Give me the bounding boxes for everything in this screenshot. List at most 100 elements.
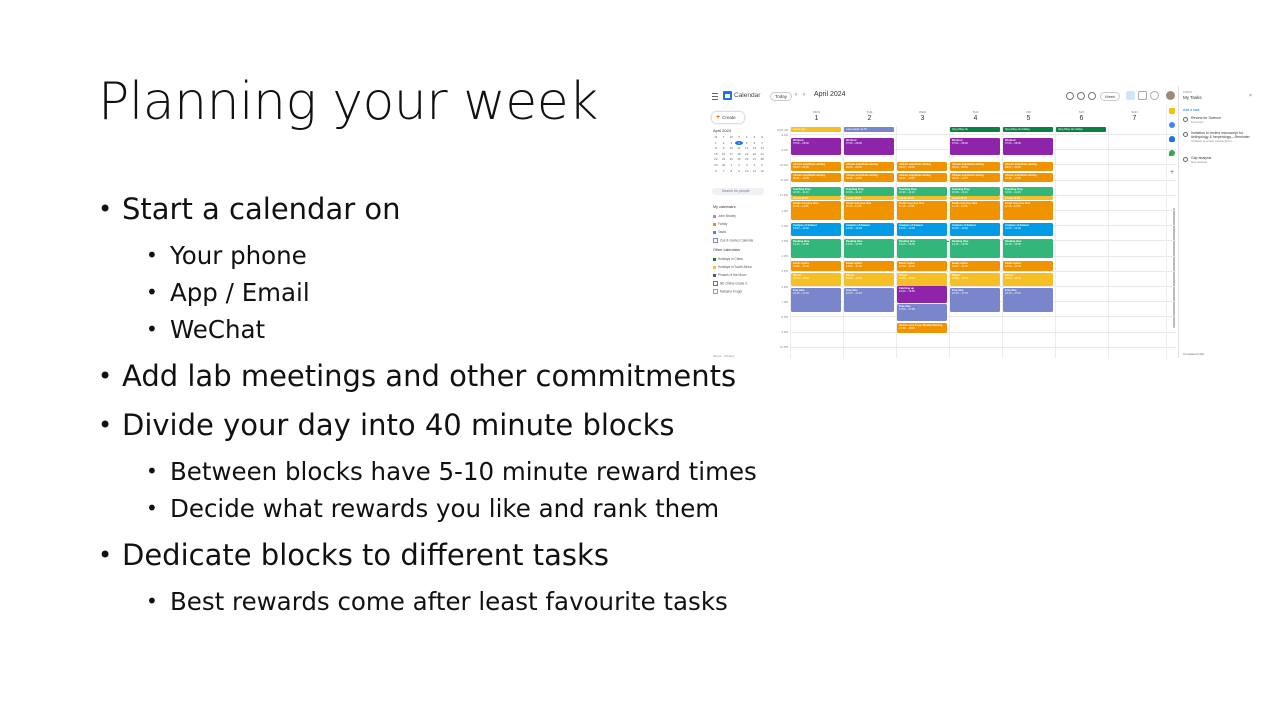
calendar-event[interactable]: Email replies 14:00 – 14:40 xyxy=(897,261,947,271)
calendar-event[interactable]: Dinner 15:00 – 15:40 xyxy=(791,273,841,286)
mini-day[interactable]: 13 xyxy=(751,146,759,150)
keep-icon[interactable] xyxy=(1169,108,1175,114)
calendar-event[interactable]: African amphibian writing 09:45 – 10:25 xyxy=(791,173,841,182)
all-day-event[interactable]: Qing Ming Jie xyxy=(950,127,1000,132)
tasks-view-icon[interactable] xyxy=(1138,91,1147,100)
search-icon[interactable] xyxy=(1066,92,1074,100)
avatar[interactable] xyxy=(1166,91,1175,100)
calendar-event[interactable]: Dinner 15:00 – 15:40 xyxy=(844,273,894,286)
mini-day[interactable]: 8 xyxy=(727,169,735,173)
mini-day[interactable]: 12 xyxy=(758,169,766,173)
day-header[interactable]: SUN 7 xyxy=(1108,110,1161,122)
task-item[interactable]: Gap analysis Gap analysis xyxy=(1183,156,1253,164)
mini-day[interactable]: 9 xyxy=(735,169,743,173)
calendar-event[interactable]: Lunch 11:10 xyxy=(1003,196,1053,200)
calendar-event[interactable]: Analysis of dataset 12:00 – 12:40 xyxy=(791,223,841,236)
calendar-event[interactable]: African amphibian writing 09:45 – 10:25 xyxy=(897,173,947,182)
calendar-event[interactable]: Reading time 13:15 – 13:55 xyxy=(950,239,1000,258)
calendar-event[interactable]: Reading time 13:15 – 13:55 xyxy=(791,239,841,258)
all-day-event[interactable]: Family day xyxy=(791,127,841,132)
calendar-event[interactable]: Dinner 15:00 – 15:40 xyxy=(1003,273,1053,286)
mini-day[interactable]: 18 xyxy=(735,152,743,156)
mini-day[interactable]: 24 xyxy=(727,157,735,161)
mini-day[interactable]: 23 xyxy=(720,157,728,161)
mini-day[interactable]: 1 xyxy=(712,141,720,145)
mini-day[interactable]: 21 xyxy=(758,152,766,156)
mini-day[interactable]: 9 xyxy=(720,146,728,150)
next-week-icon[interactable]: › xyxy=(803,92,805,98)
calendar-event[interactable]: African amphibian writing 09:45 – 10:25 xyxy=(844,173,894,182)
calendar-event[interactable]: African amphibian writing 09:00 – 09:40 xyxy=(950,162,1000,171)
calendar-event[interactable]: Free time 16:15 – 17:15 xyxy=(844,288,894,312)
calendar-event[interactable]: Analysis of dataset 12:00 – 12:40 xyxy=(1003,223,1053,236)
mini-day[interactable]: 26 xyxy=(743,157,751,161)
help-icon[interactable] xyxy=(1077,92,1085,100)
calendar-event[interactable]: African amphibian writing 09:45 – 10:25 xyxy=(1003,173,1053,182)
day-header[interactable]: MON 1 xyxy=(790,110,843,122)
calendar-event[interactable]: Dinner 15:00 – 15:40 xyxy=(897,273,947,286)
calendar-event[interactable]: Reading time 13:15 – 13:55 xyxy=(1003,239,1053,258)
calendar-event[interactable]: Catching up 16:00 – 16:50 xyxy=(897,286,947,303)
my-calendar-item[interactable]: Tasks xyxy=(713,230,726,234)
checkbox-icon[interactable] xyxy=(713,281,718,286)
mini-day[interactable]: 4 xyxy=(735,140,743,145)
calendar-event[interactable]: Lunch 11:10 xyxy=(897,196,947,200)
other-calendar-item[interactable]: Phases of the Moon xyxy=(713,273,746,277)
mini-day[interactable]: 14 xyxy=(758,146,766,150)
calendar-event[interactable]: African amphibian writing 09:45 – 10:25 xyxy=(950,173,1000,182)
checkbox-icon[interactable] xyxy=(713,257,716,261)
calendar-event[interactable]: African amphibian writing 09:00 – 09:40 xyxy=(844,162,894,171)
checkbox-icon[interactable] xyxy=(713,289,718,294)
checkbox-icon[interactable] xyxy=(713,222,716,226)
mini-day[interactable]: 10 xyxy=(743,169,751,173)
checkbox-icon[interactable] xyxy=(713,265,716,269)
calendar-event[interactable]: Workout 07:00 – 08:00 xyxy=(1003,138,1053,155)
calendar-event[interactable]: Teaching Prep 10:30 – 11:10 xyxy=(1003,187,1053,196)
all-day-event[interactable]: Qing Ming Jie holiday xyxy=(1056,127,1106,132)
apps-icon[interactable] xyxy=(1150,91,1159,100)
mini-day[interactable]: 5 xyxy=(743,141,751,145)
calendar-event[interactable]: Analysis of dataset 12:00 – 12:40 xyxy=(844,223,894,236)
mini-day[interactable]: 19 xyxy=(743,152,751,156)
calendar-event[interactable]: Teaching Prep 10:30 – 11:10 xyxy=(950,187,1000,196)
calendar-event[interactable]: Free time 17:00 – 17:30 xyxy=(897,304,947,321)
add-addon-icon[interactable]: + xyxy=(1169,169,1175,176)
calendar-event[interactable]: Teaching Prep 10:30 – 11:10 xyxy=(791,187,841,196)
day-header[interactable]: WED 3 xyxy=(896,110,949,122)
calendar-event[interactable]: Free time 16:15 – 17:15 xyxy=(791,288,841,312)
calendar-event[interactable]: Dinner 15:00 – 15:40 xyxy=(950,273,1000,286)
today-button[interactable]: Today xyxy=(770,92,793,101)
checkbox-icon[interactable] xyxy=(713,214,716,218)
prev-week-icon[interactable]: ‹ xyxy=(795,92,797,98)
day-header[interactable]: FRI 5 xyxy=(1002,110,1055,122)
task-item[interactable]: Review for Science Tomorrow xyxy=(1183,116,1253,124)
other-calendar-item[interactable]: NE Online Grade 3 xyxy=(713,281,747,286)
task-checkbox-icon[interactable] xyxy=(1183,131,1188,137)
create-button[interactable]: + Create xyxy=(712,112,744,123)
tasks-icon[interactable] xyxy=(1169,122,1175,128)
week-grid[interactable]: GMT+08 MON 1 TUE 2 WED 3 THU 4 FRI 5 SAT 6 SUN 7 8 AM 9… xyxy=(772,108,1176,358)
mini-day[interactable]: 29 xyxy=(712,163,720,167)
contacts-icon[interactable] xyxy=(1169,136,1175,142)
calendar-event[interactable]: Analysis of dataset 12:00 – 12:40 xyxy=(897,223,947,236)
checkbox-icon[interactable] xyxy=(713,230,716,234)
calendar-event[interactable]: Lunch 11:10 xyxy=(791,196,841,200)
calendar-event[interactable]: Herbivorous Frogs Weekly Meeting 17:30 – … xyxy=(897,323,947,333)
calendar-event[interactable]: African amphibian writing 09:00 – 09:40 xyxy=(1003,162,1053,171)
calendar-event[interactable]: Reading time 13:15 – 13:55 xyxy=(844,239,894,258)
calendar-event[interactable]: Email replies 14:00 – 14:40 xyxy=(950,261,1000,271)
calendar-event[interactable]: Email response time 11:15 – 11:55 xyxy=(791,201,841,220)
calendar-event[interactable]: Email response time 11:15 – 11:55 xyxy=(844,201,894,220)
day-header[interactable]: SAT 6 xyxy=(1055,110,1108,122)
settings-icon[interactable] xyxy=(1088,92,1096,100)
mini-day[interactable]: 15 xyxy=(712,152,720,156)
mini-day[interactable]: 25 xyxy=(735,157,743,161)
calendar-event[interactable]: Workout 07:00 – 08:00 xyxy=(844,138,894,155)
calendar-event[interactable]: African amphibian writing 09:00 – 09:40 xyxy=(897,162,947,171)
calendar-event[interactable]: Free time 16:15 – 17:15 xyxy=(1003,288,1053,312)
calendar-event[interactable]: Email response time 11:15 – 11:55 xyxy=(897,201,947,220)
mini-day[interactable]: 30 xyxy=(720,163,728,167)
view-select[interactable]: Week xyxy=(1100,92,1121,101)
mini-day[interactable]: 6 xyxy=(751,141,759,145)
mini-calendar[interactable]: M T W T F S S 1 2 3 4 5 6 7 8 9 10 11 12 13 14 15 16 17 18 19 20 21… xyxy=(712,135,766,173)
